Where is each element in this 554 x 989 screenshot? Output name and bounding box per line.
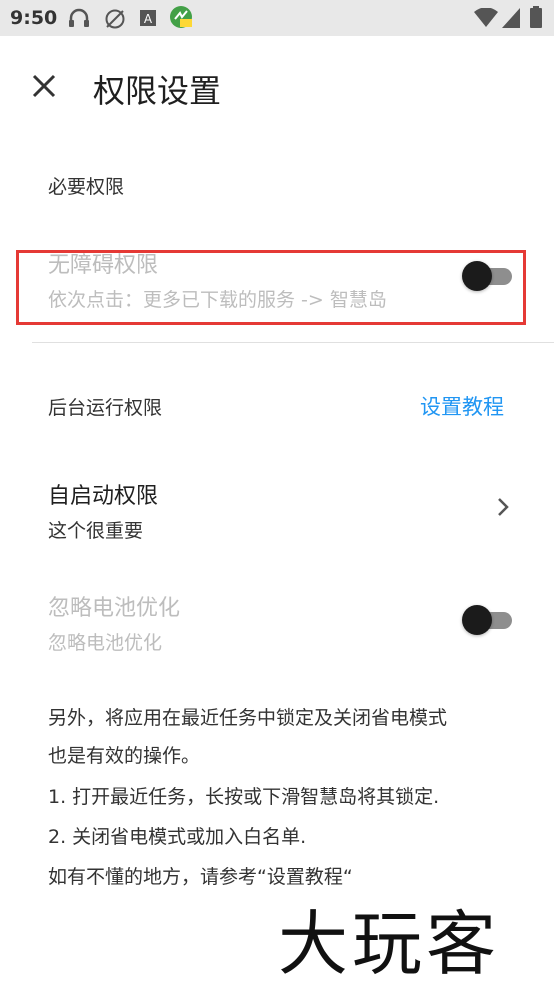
note-line: 如有不懂的地方，请参考“设置教程“ [48, 866, 353, 888]
status-time: 9:50 [10, 7, 58, 29]
headphones-icon [69, 8, 89, 27]
signal-icon [502, 8, 520, 28]
text-a-icon: A [140, 10, 156, 26]
svg-text:A: A [144, 12, 153, 26]
section-header-required: 必要权限 [48, 176, 125, 198]
note-line: 也是有效的操作。 [48, 745, 201, 767]
app-bar: 权限设置 [0, 36, 554, 136]
page-title: 权限设置 [93, 72, 222, 110]
battery-icon [530, 6, 542, 28]
app-badge-icon [170, 6, 192, 28]
autostart-title: 自启动权限 [48, 484, 159, 509]
close-icon[interactable] [24, 66, 64, 106]
no-sync-icon [105, 9, 125, 29]
note-line: 2. 关闭省电模式或加入白名单. [48, 826, 307, 848]
note-line: 另外，将应用在最近任务中锁定及关闭省电模式 [48, 707, 448, 729]
status-bar: 9:50 A [0, 0, 554, 36]
note-line: 1. 打开最近任务，长按或下滑智慧岛将其锁定. [48, 786, 440, 808]
wifi-icon [474, 8, 498, 27]
battery-toggle[interactable] [462, 605, 512, 635]
battery-summary: 忽略电池优化 [48, 632, 163, 654]
section-header-background: 后台运行权限 [48, 397, 163, 419]
battery-title: 忽略电池优化 [48, 596, 181, 621]
highlight-annotation [16, 250, 526, 325]
toggle-thumb [462, 605, 492, 635]
tutorial-link[interactable]: 设置教程 [420, 391, 504, 421]
watermark: 大玩客 [278, 903, 500, 985]
autostart-summary: 这个很重要 [48, 520, 144, 542]
chevron-right-icon [498, 498, 509, 516]
section-divider [32, 342, 554, 343]
